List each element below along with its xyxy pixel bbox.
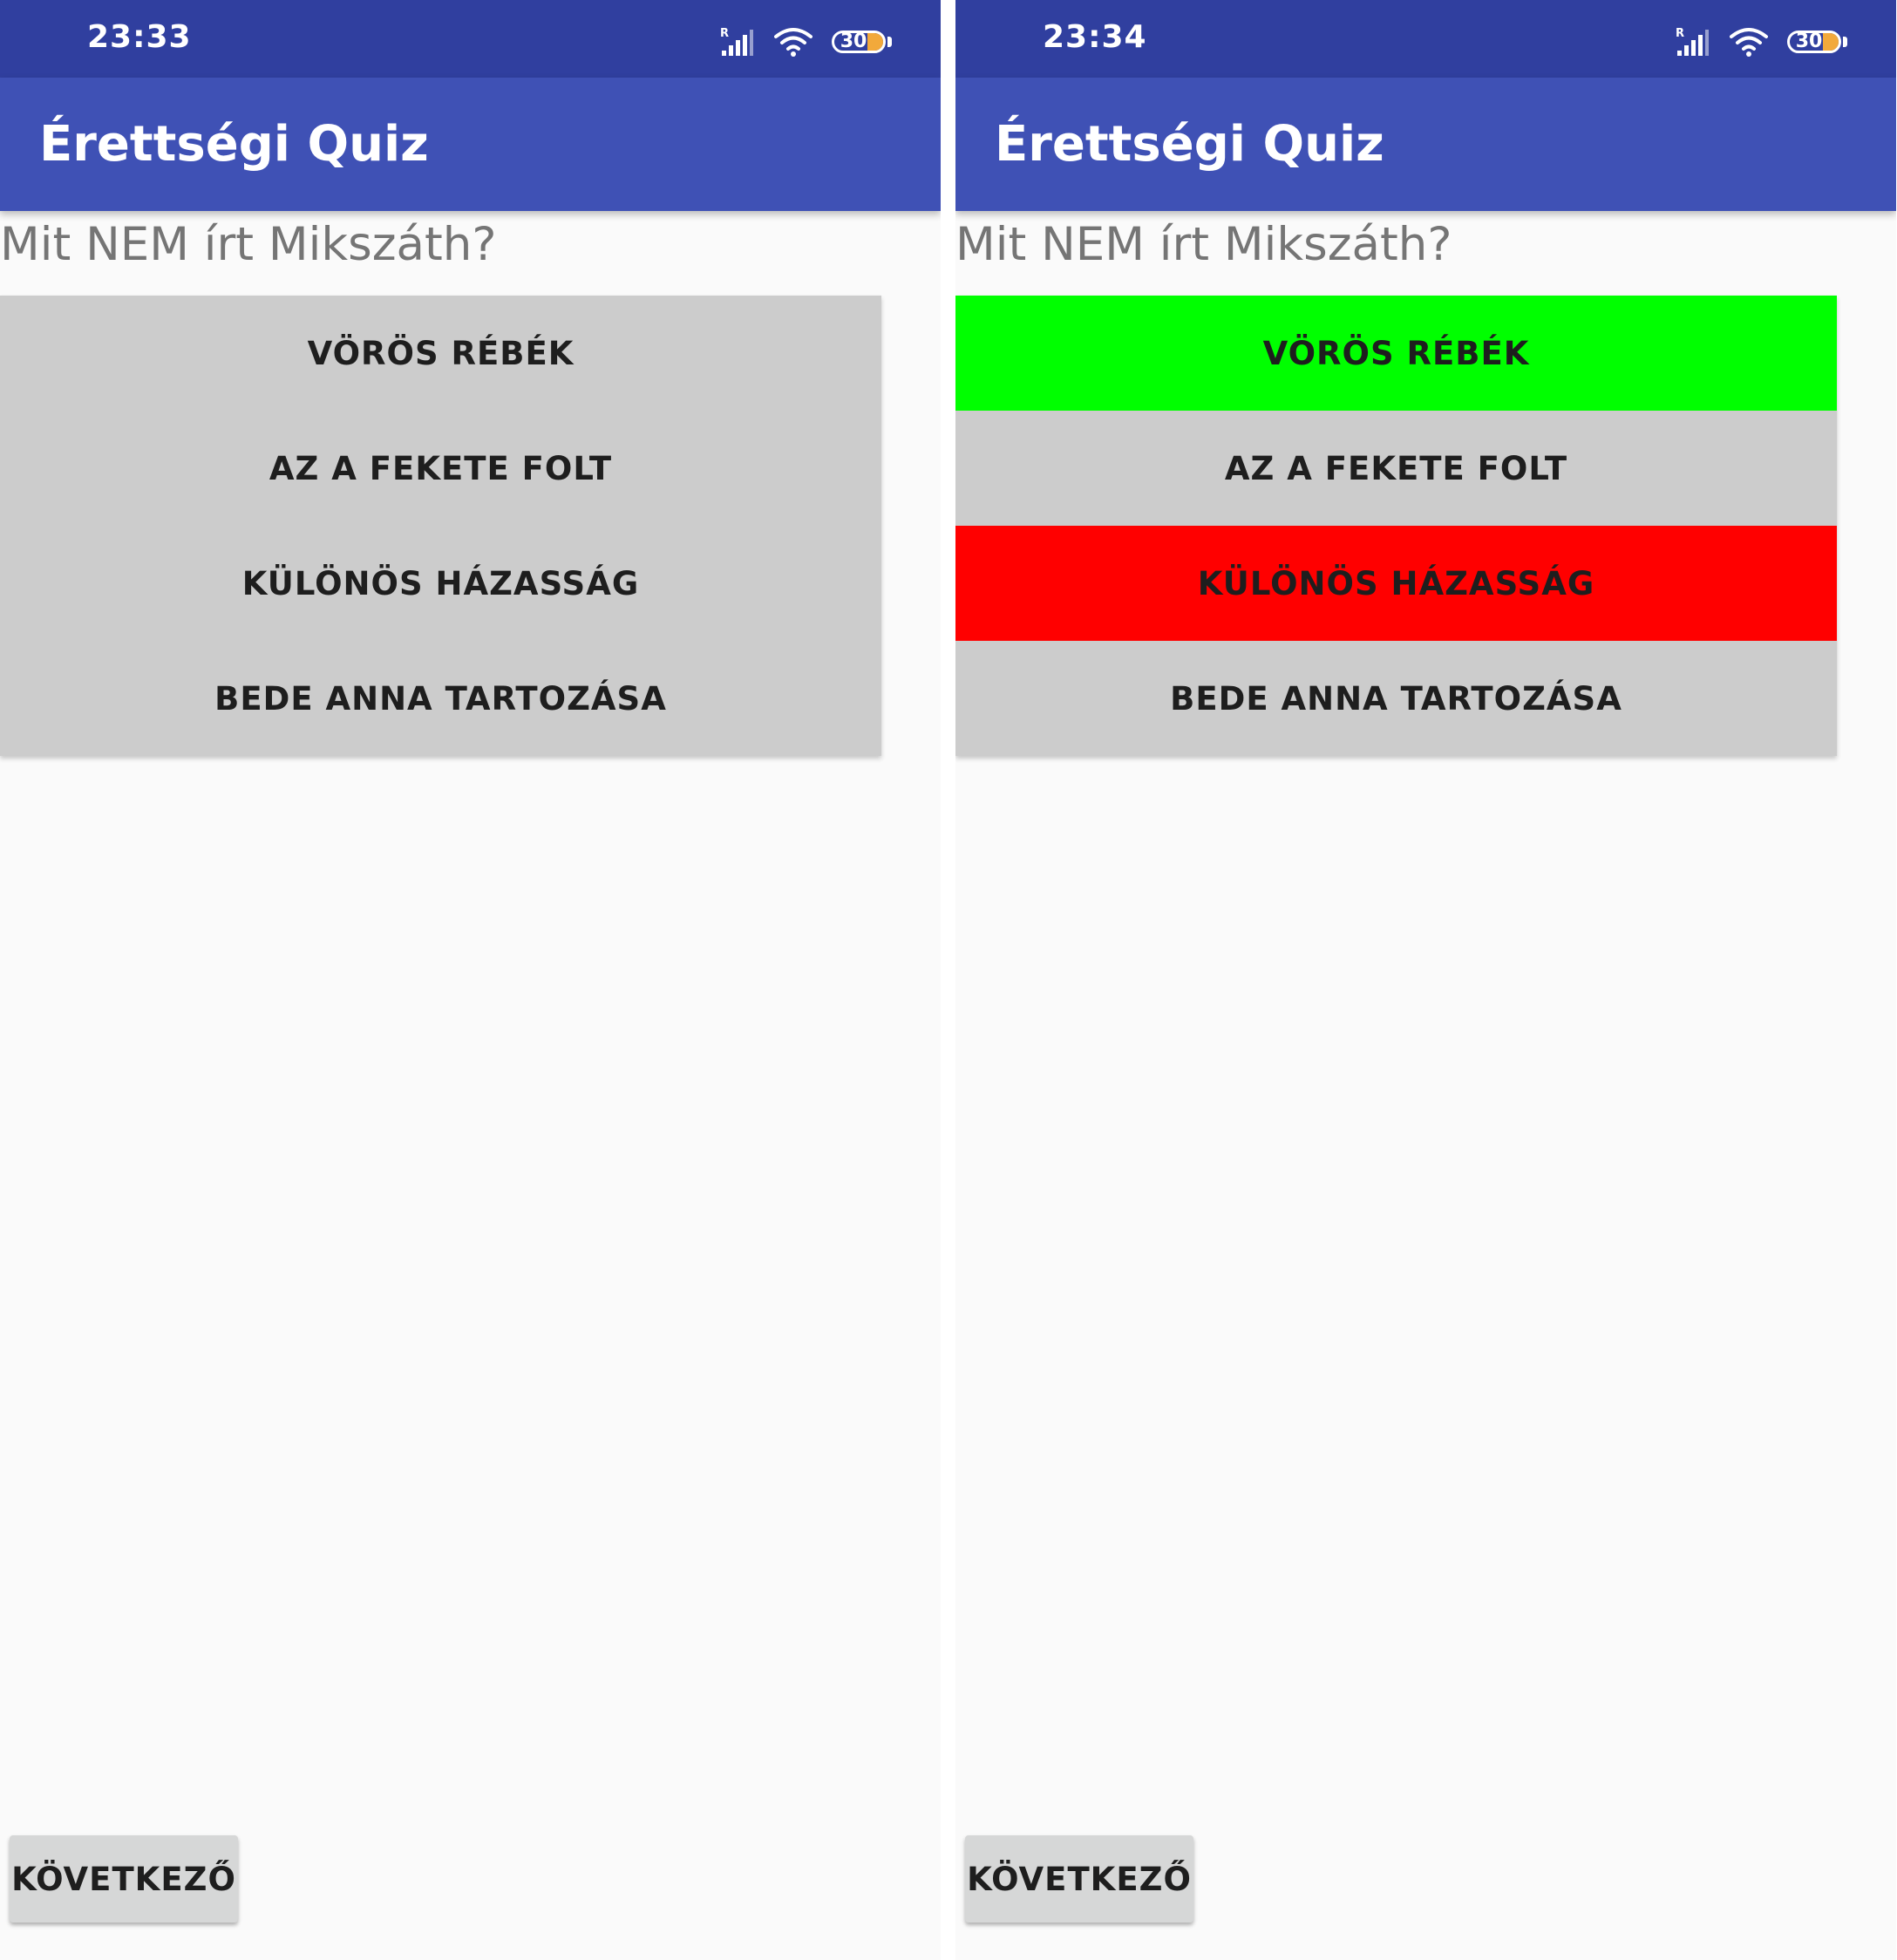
status-icons: R 30 — [1676, 24, 1847, 59]
answer-button-1[interactable]: VÖRÖS RÉBÉK — [955, 296, 1837, 411]
roaming-badge: R — [720, 27, 729, 40]
question-text: Mit NEM írt Mikszáth? — [0, 218, 497, 271]
next-button[interactable]: KÖVETKEZŐ — [965, 1835, 1193, 1923]
battery-tip — [1843, 37, 1847, 47]
app-title: Érettségi Quiz — [995, 116, 1384, 173]
screenshot-stage: 23:33 R 30 Érettségi Quiz Mit NEM írt Mi… — [0, 0, 1897, 1960]
answer-button-3[interactable]: KÜLÖNÖS HÁZASSÁG — [0, 526, 881, 641]
answer-button-4[interactable]: BEDE ANNA TARTOZÁSA — [955, 641, 1837, 756]
phone-screen-after: 23:34 R 30 Érettségi Quiz Mit NEM írt Mi… — [955, 0, 1896, 1960]
roaming-badge: R — [1676, 27, 1684, 40]
answer-button-1[interactable]: VÖRÖS RÉBÉK — [0, 296, 881, 411]
wifi-icon — [774, 28, 813, 57]
answer-button-2[interactable]: AZ A FEKETE FOLT — [955, 411, 1837, 526]
status-bar: 23:34 R 30 — [955, 0, 1896, 78]
answer-list: VÖRÖS RÉBÉK AZ A FEKETE FOLT KÜLÖNÖS HÁZ… — [0, 296, 881, 756]
app-bar: Érettségi Quiz — [955, 78, 1896, 211]
answer-list: VÖRÖS RÉBÉK AZ A FEKETE FOLT KÜLÖNÖS HÁZ… — [955, 296, 1837, 756]
app-bar: Érettségi Quiz — [0, 78, 941, 211]
signal-icon: R — [1676, 27, 1709, 56]
battery-level: 30 — [840, 31, 867, 52]
answer-button-2[interactable]: AZ A FEKETE FOLT — [0, 411, 881, 526]
next-button[interactable]: KÖVETKEZŐ — [10, 1835, 238, 1923]
status-time: 23:34 — [1043, 19, 1147, 55]
battery-icon: 30 — [832, 31, 886, 53]
battery-icon: 30 — [1787, 31, 1841, 53]
status-time: 23:33 — [87, 19, 192, 55]
status-bar: 23:33 R 30 — [0, 0, 941, 78]
phone-screen-before: 23:33 R 30 Érettségi Quiz Mit NEM írt Mi… — [0, 0, 941, 1960]
app-title: Érettségi Quiz — [39, 116, 429, 173]
answer-button-4[interactable]: BEDE ANNA TARTOZÁSA — [0, 641, 881, 756]
battery-level: 30 — [1795, 31, 1823, 52]
battery-tip — [887, 37, 892, 47]
answer-button-3[interactable]: KÜLÖNÖS HÁZASSÁG — [955, 526, 1837, 641]
status-icons: R 30 — [720, 24, 892, 59]
signal-icon: R — [720, 27, 753, 56]
wifi-icon — [1730, 28, 1768, 57]
question-text: Mit NEM írt Mikszáth? — [955, 218, 1452, 271]
